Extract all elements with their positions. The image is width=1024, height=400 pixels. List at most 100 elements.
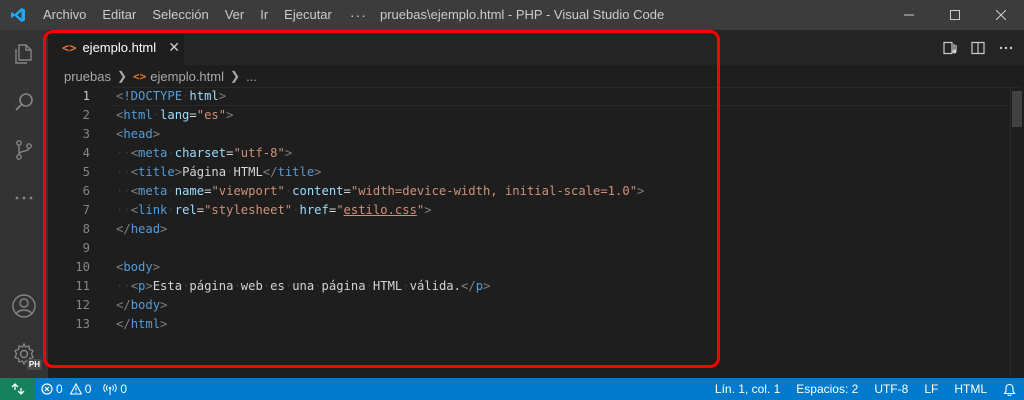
account-button[interactable] [0, 282, 48, 330]
code-line[interactable]: ··<meta·name="viewport"·content="width=d… [116, 182, 644, 201]
tab-ejemplo-html[interactable]: <> ejemplo.html ✕ [48, 30, 184, 65]
more-actions-icon[interactable] [998, 40, 1014, 56]
code-tag: body [123, 260, 153, 274]
ports-count: 0 [120, 382, 128, 396]
source-control-button[interactable] [0, 126, 48, 174]
window-title: pruebas\ejemplo.html - PHP - Visual Stud… [380, 7, 665, 22]
code-editor[interactable]: 1 2 3 4 5 6 7 8 9 10 11 12 13 <!DOCTYPE·html> <html·l… [48, 87, 1024, 378]
html-file-icon: <> [62, 40, 77, 55]
activity-bar: PH [0, 30, 48, 378]
code-tag: title [138, 165, 175, 179]
explorer-button[interactable] [0, 30, 48, 78]
code-line[interactable]: ··<link·rel="stylesheet"·href="estilo.cs… [116, 201, 644, 220]
code-punctuation: < [130, 165, 139, 179]
code-punctuation: > [226, 108, 234, 122]
code-punctuation: </ [262, 165, 278, 179]
line-number: 12 [75, 298, 90, 312]
whitespace-marker: · [402, 279, 410, 293]
code-attribute: rel [174, 203, 197, 217]
explorer-icon [15, 44, 32, 64]
indentation[interactable]: Espacios: 2 [788, 378, 866, 400]
code-punctuation: < [130, 279, 139, 293]
vscode-logo-icon [0, 0, 35, 30]
code-line[interactable]: </head> [116, 220, 644, 239]
code-text: = [343, 184, 351, 198]
tab-bar: <> ejemplo.html ✕ [48, 30, 1024, 65]
tab-close-button[interactable]: ✕ [166, 39, 182, 56]
code-line[interactable]: <html·lang="es"> [116, 106, 644, 125]
whitespace-marker: ·· [116, 279, 131, 293]
breadcrumb-file[interactable]: ejemplo.html [150, 69, 224, 84]
close-window-button[interactable] [978, 0, 1024, 30]
code-text: HTML [372, 279, 403, 293]
code-string: "stylesheet" [204, 203, 293, 217]
code-punctuation: > [160, 298, 168, 312]
code-line[interactable]: <body> [116, 258, 644, 277]
encoding[interactable]: UTF-8 [866, 378, 916, 400]
error-icon [41, 383, 53, 395]
whitespace-marker: ·· [116, 184, 131, 198]
manage-button[interactable]: PH [0, 330, 48, 378]
editor-scrollbar[interactable] [1010, 87, 1024, 378]
code-tag: body [130, 298, 161, 312]
warning-icon [69, 383, 82, 395]
close-icon [996, 10, 1006, 20]
breadcrumb-folder[interactable]: pruebas [64, 69, 111, 84]
notifications-button[interactable] [995, 378, 1024, 400]
line-number: 10 [75, 260, 90, 274]
code-punctuation: </ [116, 298, 131, 312]
code-lines[interactable]: <!DOCTYPE·html> <html·lang="es"> <head> ··<… [116, 87, 644, 334]
more-views-button[interactable] [0, 174, 48, 222]
status-bar: 0 0 0 Lín. 1, col. 1 Espacios: 2 UTF-8 L… [0, 378, 1024, 400]
code-tag: meta [138, 146, 168, 160]
code-string: "width=device-width, initial-scale=1.0" [350, 184, 638, 198]
cursor-position[interactable]: Lín. 1, col. 1 [707, 378, 788, 400]
window-controls [886, 0, 1024, 30]
code-text: web [240, 279, 263, 293]
code-attribute: html [189, 89, 219, 103]
code-text: es [270, 279, 285, 293]
code-tag: link [138, 203, 168, 217]
menu-editar[interactable]: Editar [94, 0, 144, 30]
code-text: = [196, 203, 205, 217]
problems-indicator[interactable]: 0 0 [35, 378, 97, 400]
scrollbar-thumb[interactable] [1012, 91, 1022, 127]
code-line[interactable]: ··<meta·charset="utf-8"> [116, 144, 644, 163]
bell-icon [1003, 383, 1016, 396]
tab-label: ejemplo.html [82, 40, 157, 55]
menu-ir[interactable]: Ir [252, 0, 276, 30]
maximize-button[interactable] [932, 0, 978, 30]
code-tag: title [277, 165, 315, 179]
breadcrumb-symbols[interactable]: ... [246, 69, 257, 84]
code-punctuation: > [314, 165, 322, 179]
code-line[interactable] [116, 239, 644, 258]
minimize-button[interactable] [886, 0, 932, 30]
menu-ver[interactable]: Ver [217, 0, 253, 30]
code-line[interactable]: ··<p>Esta·página·web·es·una·página·HTML·… [116, 277, 644, 296]
remote-button[interactable] [0, 378, 35, 400]
menu-seleccion[interactable]: Selección [144, 0, 216, 30]
code-line[interactable]: </body> [116, 296, 644, 315]
code-line[interactable]: </html> [116, 315, 644, 334]
code-text: HTML [233, 165, 263, 179]
open-preview-icon[interactable] [942, 40, 958, 56]
line-number-gutter: 1 2 3 4 5 6 7 8 9 10 11 12 13 [48, 87, 90, 334]
menu-ejecutar[interactable]: Ejecutar [276, 0, 340, 30]
code-punctuation: > [152, 127, 161, 141]
menu-more-button[interactable]: ··· [340, 7, 377, 23]
search-icon [15, 93, 33, 111]
account-icon [12, 294, 36, 318]
code-line[interactable]: <!DOCTYPE·html> [116, 87, 644, 106]
menu-archivo[interactable]: Archivo [35, 0, 94, 30]
code-line[interactable]: <head> [116, 125, 644, 144]
language-mode[interactable]: HTML [946, 378, 995, 400]
code-tag: html [130, 317, 161, 331]
whitespace-marker: · [233, 279, 241, 293]
code-punctuation: > [284, 146, 293, 160]
end-of-line[interactable]: LF [916, 378, 946, 400]
code-line[interactable]: ··<title>Página·HTML</title> [116, 163, 644, 182]
search-button[interactable] [0, 78, 48, 126]
split-editor-icon[interactable] [970, 40, 986, 56]
code-text: página [321, 279, 366, 293]
ports-indicator[interactable]: 0 [97, 378, 133, 400]
